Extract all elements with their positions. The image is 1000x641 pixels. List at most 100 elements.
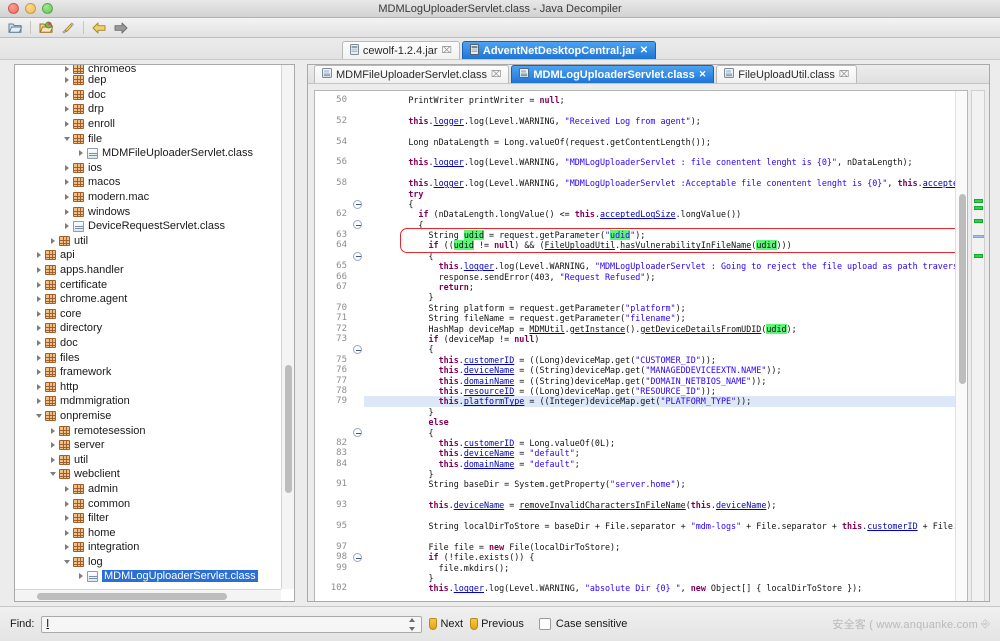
code-line[interactable]: { — [364, 220, 967, 230]
tree-horizontal-scrollbar[interactable] — [15, 589, 281, 601]
tree-item-modern-mac[interactable]: modern.mac — [15, 190, 281, 205]
tree-item-chrome-agent[interactable]: chrome.agent — [15, 292, 281, 307]
tree-item-remotesession[interactable]: remotesession — [15, 423, 281, 438]
code-line[interactable]: String platform = request.getParameter("… — [364, 303, 967, 313]
code-viewport[interactable]: 5052545658626364656667707172737576777879… — [314, 90, 968, 602]
chevron-right-icon[interactable] — [33, 311, 45, 317]
chevron-right-icon[interactable] — [33, 398, 45, 404]
tree-item-onpremise[interactable]: onpremise — [15, 409, 281, 424]
open-type-icon[interactable] — [5, 19, 25, 37]
chevron-right-icon[interactable] — [33, 296, 45, 302]
code-line[interactable]: this.domainName = ((String)deviceMap.get… — [364, 376, 967, 386]
tree-item-http[interactable]: http — [15, 379, 281, 394]
chevron-down-icon[interactable] — [33, 414, 45, 418]
chevron-right-icon[interactable] — [61, 515, 73, 521]
code-line[interactable]: HashMap deviceMap = MDMUtil.getInstance(… — [364, 324, 967, 334]
tree-item-apps-handler[interactable]: apps.handler — [15, 263, 281, 278]
tree-vertical-scroll-thumb[interactable] — [285, 365, 292, 493]
close-icon[interactable]: ⌧ — [839, 69, 849, 80]
chevron-right-icon[interactable] — [61, 223, 73, 229]
close-icon[interactable]: ✕ — [640, 45, 648, 56]
code-line[interactable]: this.logger.log(Level.WARNING, "MDMLogUp… — [364, 157, 967, 167]
overview-ruler[interactable] — [971, 90, 985, 602]
chevron-right-icon[interactable] — [33, 384, 45, 390]
tree-item-util[interactable]: util — [15, 234, 281, 249]
code-line[interactable]: } — [364, 469, 967, 479]
code-line[interactable]: String baseDir = System.getProperty("ser… — [364, 479, 967, 489]
code-line[interactable]: response.sendError(403, "Request Refused… — [364, 272, 967, 282]
cursor-line-marker[interactable] — [973, 235, 984, 238]
open-file-icon[interactable] — [36, 19, 56, 37]
tree-item-home[interactable]: home — [15, 525, 281, 540]
code-line[interactable]: this.customerID = Long.valueOf(0L); — [364, 438, 967, 448]
fold-collapse-icon[interactable] — [353, 220, 362, 229]
code-line[interactable]: this.platformType = ((Integer)deviceMap.… — [364, 396, 967, 406]
maximize-window-button[interactable] — [42, 3, 53, 14]
tree-item-core[interactable]: core — [15, 307, 281, 322]
code-line[interactable] — [364, 531, 967, 541]
chevron-right-icon[interactable] — [61, 121, 73, 127]
chevron-right-icon[interactable] — [61, 486, 73, 492]
tree-item-admin[interactable]: admin — [15, 482, 281, 497]
fold-collapse-icon[interactable] — [353, 345, 362, 354]
tree-item-util[interactable]: util — [15, 452, 281, 467]
file-tab-mdmfileuploaderservlet[interactable]: MDMFileUploaderServlet.class ⌧ — [314, 65, 509, 83]
code-line[interactable]: { — [364, 199, 967, 209]
code-line[interactable]: if (deviceMap != null) — [364, 334, 967, 344]
code-line[interactable]: { — [364, 251, 967, 261]
chevron-right-icon[interactable] — [61, 165, 73, 171]
code-line[interactable]: return; — [364, 282, 967, 292]
code-line[interactable]: this.logger.log(Level.WARNING, "Received… — [364, 116, 967, 126]
tree-item-enroll[interactable]: enroll — [15, 117, 281, 132]
code-line[interactable]: Long nDataLength = Long.valueOf(request.… — [364, 137, 967, 147]
tree-item-filter[interactable]: filter — [15, 511, 281, 526]
code-line[interactable] — [364, 594, 967, 602]
code-line[interactable]: this.logger.log(Level.WARNING, "MDMLogUp… — [364, 178, 967, 188]
code-line[interactable]: String udid = request.getParameter("udid… — [364, 230, 967, 240]
tree-item-chromeos[interactable]: chromeos — [15, 65, 281, 73]
code-line[interactable]: this.logger.log(Level.WARNING, "absolute… — [364, 583, 967, 593]
fold-collapse-icon[interactable] — [353, 200, 362, 209]
tree-item-common[interactable]: common — [15, 496, 281, 511]
chevron-right-icon[interactable] — [61, 501, 73, 507]
tree-item-doc[interactable]: doc — [15, 88, 281, 103]
tree-item-framework[interactable]: framework — [15, 365, 281, 380]
forward-arrow-icon[interactable] — [111, 19, 131, 37]
find-next-button[interactable]: Next — [429, 618, 463, 630]
code-line[interactable]: this.logger.log(Level.WARNING, "MDMLogUp… — [364, 261, 967, 271]
tree-item-dep[interactable]: dep — [15, 73, 281, 88]
chevron-right-icon[interactable] — [75, 573, 87, 579]
search-icon[interactable] — [58, 19, 78, 37]
close-icon[interactable]: ⌧ — [442, 45, 452, 56]
code-line[interactable]: file.mkdirs(); — [364, 563, 967, 573]
code-line[interactable] — [364, 490, 967, 500]
search-input[interactable] — [42, 617, 421, 632]
chevron-right-icon[interactable] — [33, 252, 45, 258]
chevron-right-icon[interactable] — [33, 267, 45, 273]
code-vertical-scrollbar[interactable] — [955, 91, 967, 602]
code-line[interactable] — [364, 168, 967, 178]
tree-item-files[interactable]: files — [15, 350, 281, 365]
tree-item-mdmloguploaderservlet-class[interactable]: MDMLogUploaderServlet.class — [15, 569, 281, 584]
code-line[interactable]: File file = new File(localDirToStore); — [364, 542, 967, 552]
tree-item-devicerequestservlet-class[interactable]: DeviceRequestServlet.class — [15, 219, 281, 234]
tree-item-windows[interactable]: windows — [15, 204, 281, 219]
tree-item-drp[interactable]: drp — [15, 102, 281, 117]
tree-item-macos[interactable]: macos — [15, 175, 281, 190]
fold-collapse-icon[interactable] — [353, 428, 362, 437]
find-input-wrapper[interactable] — [41, 616, 422, 633]
chevron-right-icon[interactable] — [47, 428, 59, 434]
occurrence-marker[interactable] — [974, 206, 983, 210]
code-line[interactable]: } — [364, 407, 967, 417]
jar-tab-cewolf[interactable]: cewolf-1.2.4.jar ⌧ — [342, 41, 460, 59]
chevron-right-icon[interactable] — [33, 369, 45, 375]
chevron-right-icon[interactable] — [61, 66, 73, 72]
fold-collapse-icon[interactable] — [353, 553, 362, 562]
code-line[interactable]: this.customerID = ((Long)deviceMap.get("… — [364, 355, 967, 365]
tree-item-mdmfileuploaderservlet-class[interactable]: MDMFileUploaderServlet.class — [15, 146, 281, 161]
tree-item-log[interactable]: log — [15, 555, 281, 570]
code-vertical-scroll-thumb[interactable] — [959, 194, 966, 384]
tree-item-doc[interactable]: doc — [15, 336, 281, 351]
tree-item-api[interactable]: api — [15, 248, 281, 263]
chevron-right-icon[interactable] — [61, 77, 73, 83]
